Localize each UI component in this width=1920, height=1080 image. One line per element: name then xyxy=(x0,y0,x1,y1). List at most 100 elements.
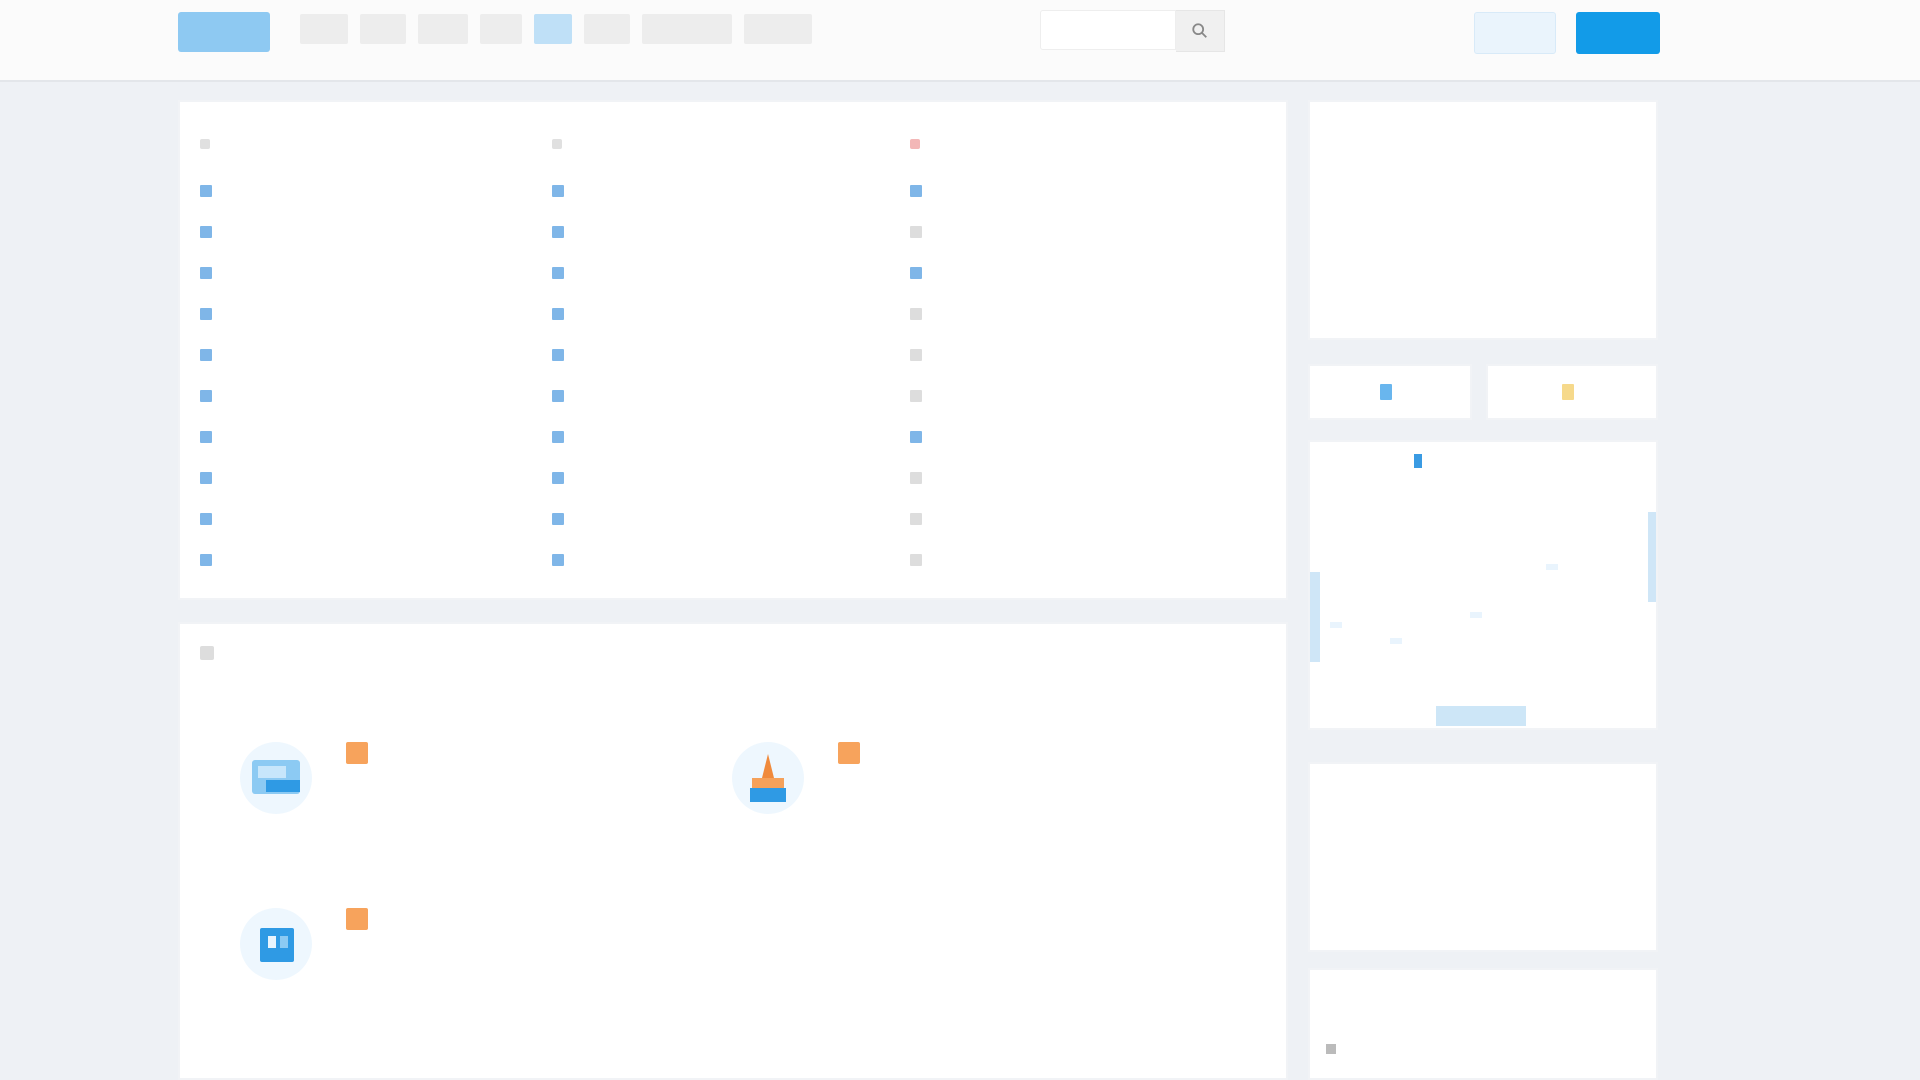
bullet-icon xyxy=(200,471,212,484)
news-item[interactable] xyxy=(552,539,892,580)
news-item[interactable] xyxy=(552,498,892,539)
map-label[interactable] xyxy=(1470,612,1482,618)
news-item[interactable] xyxy=(552,211,892,252)
app-card[interactable] xyxy=(240,908,378,980)
news-item[interactable] xyxy=(910,498,1250,539)
notice-panel xyxy=(1308,968,1658,1080)
bullet-icon xyxy=(552,266,564,279)
news-item[interactable] xyxy=(910,293,1250,334)
stat-item xyxy=(1532,144,1622,156)
news-item[interactable] xyxy=(200,539,540,580)
nav-item-2[interactable] xyxy=(360,14,406,44)
bullet-icon xyxy=(910,348,922,361)
login-button[interactable] xyxy=(1474,12,1556,54)
news-item[interactable] xyxy=(200,498,540,539)
nav-item-5-active[interactable] xyxy=(534,14,572,44)
app-info xyxy=(336,908,378,980)
bullet-icon xyxy=(200,553,212,566)
bullet-icon xyxy=(200,266,212,279)
news-item[interactable] xyxy=(910,375,1250,416)
quick-action-button[interactable] xyxy=(1486,364,1658,420)
app-card[interactable] xyxy=(240,742,378,814)
quick-action-button[interactable] xyxy=(1308,364,1472,420)
map-panel[interactable] xyxy=(1308,440,1658,730)
stat-item xyxy=(1332,144,1422,156)
bullet-icon xyxy=(552,348,564,361)
news-list xyxy=(910,170,1250,580)
document-icon xyxy=(1380,384,1392,400)
bullet-icon xyxy=(910,307,922,320)
news-panel xyxy=(178,100,1288,600)
news-column-title xyxy=(200,132,540,156)
news-item[interactable] xyxy=(200,375,540,416)
news-item[interactable] xyxy=(910,170,1250,211)
news-item[interactable] xyxy=(200,457,540,498)
search-button[interactable] xyxy=(1176,10,1225,52)
nav-item-7[interactable] xyxy=(642,14,732,44)
section-icon xyxy=(200,646,214,660)
news-item[interactable] xyxy=(910,252,1250,293)
news-item[interactable] xyxy=(200,252,540,293)
news-list xyxy=(200,170,540,580)
main-nav xyxy=(300,14,824,44)
news-item[interactable] xyxy=(552,457,892,498)
register-button[interactable] xyxy=(1576,12,1660,54)
news-item[interactable] xyxy=(552,334,892,375)
map-label[interactable] xyxy=(1546,564,1558,570)
stat-item xyxy=(1432,144,1522,156)
news-item[interactable] xyxy=(552,293,892,334)
nav-item-6[interactable] xyxy=(584,14,630,44)
bullet-icon xyxy=(910,184,922,197)
window-icon xyxy=(240,908,312,980)
news-list xyxy=(552,170,892,580)
hot-badge xyxy=(346,742,368,764)
bullet-icon xyxy=(200,225,212,238)
news-item[interactable] xyxy=(552,375,892,416)
links-panel xyxy=(1308,762,1658,952)
search-bar xyxy=(1040,10,1225,52)
map-label[interactable] xyxy=(1390,638,1402,644)
apps-section-title xyxy=(200,646,220,660)
news-column-title xyxy=(910,132,1250,156)
notice-item[interactable] xyxy=(1326,1044,1346,1054)
map-scroll-left[interactable] xyxy=(1310,572,1320,662)
app-info xyxy=(828,742,870,814)
bullet-icon xyxy=(910,553,922,566)
news-item[interactable] xyxy=(200,416,540,457)
news-column-1 xyxy=(200,132,540,580)
news-item[interactable] xyxy=(910,211,1250,252)
app-info xyxy=(336,742,378,814)
news-item[interactable] xyxy=(552,170,892,211)
news-item[interactable] xyxy=(552,416,892,457)
bullet-icon xyxy=(200,184,212,197)
column-marker xyxy=(552,139,562,149)
search-icon xyxy=(1192,23,1207,38)
nav-item-8[interactable] xyxy=(744,14,812,44)
news-item[interactable] xyxy=(910,457,1250,498)
nav-item-4[interactable] xyxy=(480,14,522,44)
news-item[interactable] xyxy=(200,293,540,334)
search-input[interactable] xyxy=(1040,10,1176,50)
column-marker xyxy=(200,139,210,149)
news-item[interactable] xyxy=(910,416,1250,457)
app-card[interactable] xyxy=(732,742,870,814)
news-item[interactable] xyxy=(910,539,1250,580)
nav-item-3[interactable] xyxy=(418,14,468,44)
stat-item xyxy=(1532,252,1622,264)
bullet-icon xyxy=(200,348,212,361)
news-item[interactable] xyxy=(200,334,540,375)
news-item[interactable] xyxy=(200,170,540,211)
news-item[interactable] xyxy=(200,211,540,252)
map-label[interactable] xyxy=(1330,622,1342,628)
hot-badge xyxy=(838,742,860,764)
nav-item-1[interactable] xyxy=(300,14,348,44)
news-item[interactable] xyxy=(910,334,1250,375)
stat-item xyxy=(1432,252,1522,264)
bullet-icon xyxy=(552,471,564,484)
bullet-icon xyxy=(552,430,564,443)
site-logo[interactable] xyxy=(178,12,270,52)
stats-panel xyxy=(1308,100,1658,340)
news-item[interactable] xyxy=(552,252,892,293)
bullet-icon xyxy=(910,225,922,238)
map-scroll-right[interactable] xyxy=(1648,512,1656,602)
